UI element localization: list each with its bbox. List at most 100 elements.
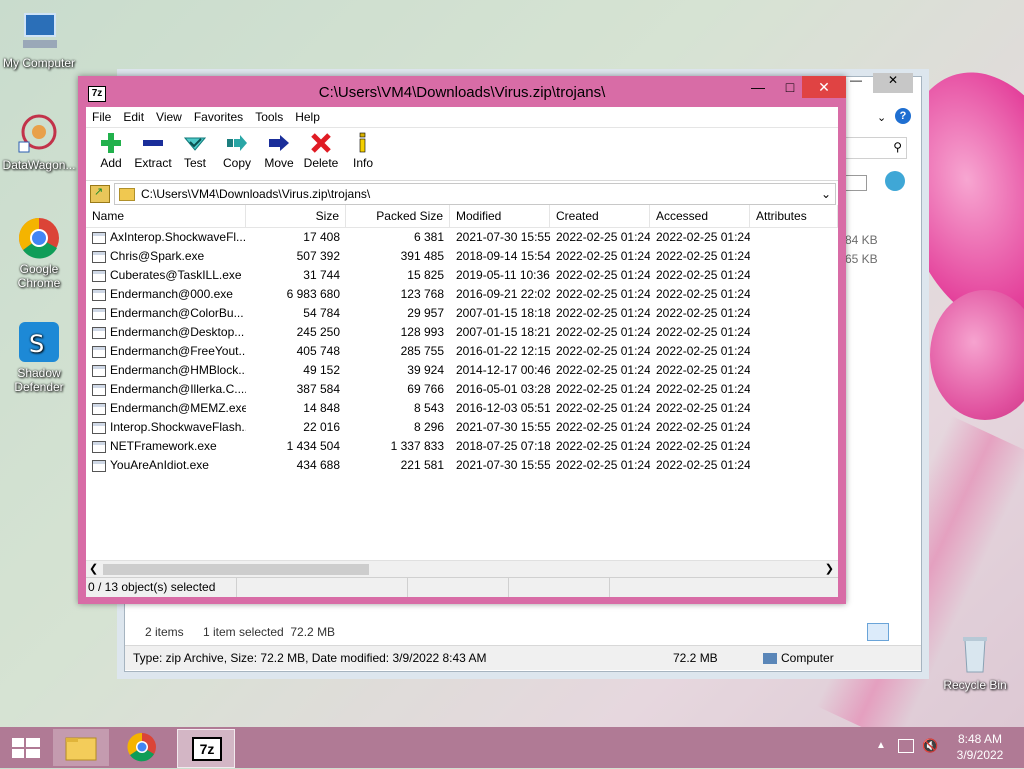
volume-muted-icon[interactable]: 🔇 (922, 738, 938, 754)
file-icon (92, 326, 106, 339)
move-button[interactable]: Move (258, 128, 300, 180)
column-attributes[interactable]: Attributes (750, 205, 838, 227)
scrollbar-thumb[interactable] (103, 564, 369, 575)
modified-cell: 2021-07-30 15:55 (456, 458, 550, 472)
file-list[interactable]: Name Size Packed Size Modified Created A… (86, 205, 838, 560)
help-icon[interactable]: ? (895, 108, 911, 124)
network-icon[interactable] (898, 739, 914, 753)
file-name: Endermanch@MEMZ.exe (110, 401, 246, 415)
packed-size-cell: 221 581 (400, 458, 444, 472)
table-row[interactable]: Endermanch@000.exe 6 983 680 123 768 2016-0… (86, 285, 838, 304)
file-name: Endermanch@Desktop... (110, 325, 245, 339)
file-name-cell: AxInterop.ShockwaveFl... (86, 228, 246, 247)
horizontal-scrollbar[interactable]: ❮ ❯ (86, 560, 838, 578)
scroll-left-icon[interactable]: ❮ (89, 562, 98, 575)
table-row[interactable]: Interop.ShockwaveFlash... 22 016 8 296 2021… (86, 418, 838, 437)
column-modified[interactable]: Modified (450, 205, 550, 227)
start-button[interactable] (0, 729, 56, 766)
accessed-cell: 2022-02-25 01:24 (656, 363, 750, 377)
attributes-cell (750, 418, 838, 437)
column-name[interactable]: Name (86, 205, 246, 227)
table-row[interactable]: NETFramework.exe 1 434 504 1 337 833 2018-0… (86, 437, 838, 456)
file-name-cell: NETFramework.exe (86, 437, 246, 456)
column-created[interactable]: Created (550, 205, 650, 227)
datawagon-icon (17, 112, 61, 156)
table-row[interactable]: Endermanch@HMBlock... 49 152 39 924 2014-12… (86, 361, 838, 380)
modified-cell: 2016-01-22 12:15 (456, 344, 550, 358)
folder-icon (119, 187, 135, 201)
taskbar-7zip[interactable]: 7z (177, 729, 235, 768)
created-cell: 2022-02-25 01:24 (556, 401, 650, 415)
copy-button[interactable]: Copy (216, 128, 258, 180)
add-label: Add (100, 156, 122, 170)
packed-size-cell: 391 485 (400, 249, 444, 263)
test-label: Test (183, 156, 206, 170)
file-name: Endermanch@HMBlock... (110, 363, 246, 377)
file-name-cell: Endermanch@MEMZ.exe (86, 399, 246, 418)
desktop-icon-datawagon[interactable]: DataWagon... (0, 112, 78, 172)
add-button[interactable]: Add (90, 128, 132, 180)
table-row[interactable]: Endermanch@Desktop... 245 250 128 993 2007-… (86, 323, 838, 342)
explorer-close-button[interactable]: ✕ (873, 73, 913, 93)
details-view-button[interactable] (867, 623, 889, 641)
table-row[interactable]: Endermanch@ColorBu... 54 784 29 957 2007-01… (86, 304, 838, 323)
tiles-view-button[interactable] (891, 623, 911, 639)
desktop-icon-google-chrome[interactable]: Google Chrome (0, 216, 78, 290)
menu-favorites[interactable]: Favorites (188, 110, 249, 124)
modified-cell: 2021-07-30 15:55 (456, 230, 550, 244)
chevron-down-icon[interactable]: ⌄ (821, 187, 831, 201)
table-row[interactable]: Chris@Spark.exe 507 392 391 485 2018-09-14 … (86, 247, 838, 266)
table-row[interactable]: YouAreAnIdiot.exe 434 688 221 581 2021-07-3… (86, 456, 838, 475)
accessed-cell: 2022-02-25 01:24 (656, 420, 750, 434)
menu-tools[interactable]: Tools (249, 110, 289, 124)
test-button[interactable]: Test (174, 128, 216, 180)
desktop-icon-my-computer[interactable]: My Computer (0, 10, 78, 70)
desktop-icon-shadow-defender[interactable]: S Shadow Defender (0, 320, 78, 394)
taskbar-chrome[interactable] (114, 729, 170, 766)
file-name-cell: Cuberates@TaskILL.exe (86, 266, 246, 285)
show-hidden-icons-icon[interactable]: ▲ (876, 740, 886, 751)
accessed-cell: 2022-02-25 01:24 (656, 458, 750, 472)
table-row[interactable]: Cuberates@TaskILL.exe 31 744 15 825 2019-05… (86, 266, 838, 285)
menu-file[interactable]: File (86, 110, 117, 124)
delete-button[interactable]: Delete (300, 128, 342, 180)
chevron-down-icon[interactable]: ⌄ (877, 111, 886, 124)
file-name-cell: Chris@Spark.exe (86, 247, 246, 266)
file-icon (92, 231, 106, 244)
scroll-right-icon[interactable]: ❯ (825, 562, 834, 575)
table-row[interactable]: Endermanch@Illerka.C.... 387 584 69 766 201… (86, 380, 838, 399)
globe-icon[interactable] (885, 171, 905, 191)
explorer-status-type: Type: zip Archive, Size: 72.2 MB, Date m… (133, 651, 487, 665)
minimize-button[interactable]: — (742, 76, 774, 98)
info-button[interactable]: Info (342, 128, 384, 180)
attributes-cell (750, 361, 838, 380)
sevenzip-window[interactable]: 7z C:\Users\VM4\Downloads\Virus.zip\troj… (78, 76, 846, 604)
column-packed-size[interactable]: Packed Size (346, 205, 450, 227)
menu-bar: File Edit View Favorites Tools Help (86, 107, 838, 128)
taskbar-file-explorer[interactable] (53, 729, 109, 766)
menu-edit[interactable]: Edit (117, 110, 150, 124)
modified-cell: 2018-07-25 07:18 (456, 439, 550, 453)
explorer-search-box[interactable]: ⚲ (845, 137, 907, 159)
table-row[interactable]: Endermanch@FreeYout... 405 748 285 755 2016… (86, 342, 838, 361)
column-accessed[interactable]: Accessed (650, 205, 750, 227)
table-row[interactable]: Endermanch@MEMZ.exe 14 848 8 543 2016-12-03… (86, 399, 838, 418)
created-cell: 2022-02-25 01:24 (556, 458, 650, 472)
extract-button[interactable]: Extract (132, 128, 174, 180)
close-button[interactable]: ✕ (802, 76, 846, 98)
address-input[interactable]: C:\Users\VM4\Downloads\Virus.zip\trojans… (114, 183, 836, 205)
file-name: Endermanch@Illerka.C.... (110, 382, 246, 396)
menu-help[interactable]: Help (289, 110, 326, 124)
desktop-icon-recycle-bin[interactable]: Recycle Bin (936, 632, 1014, 692)
attributes-cell (750, 266, 838, 285)
up-folder-icon[interactable]: ↗ (90, 185, 110, 203)
menu-view[interactable]: View (150, 110, 188, 124)
view-toggle-icon[interactable] (845, 175, 867, 191)
table-row[interactable]: AxInterop.ShockwaveFl... 17 408 6 381 2021-… (86, 228, 838, 247)
packed-size-cell: 6 381 (413, 230, 444, 244)
column-size[interactable]: Size (246, 205, 346, 227)
clock[interactable]: 8:48 AM 3/9/2022 (948, 731, 1012, 763)
title-bar[interactable]: 7z C:\Users\VM4\Downloads\Virus.zip\troj… (78, 76, 846, 108)
modified-cell: 2021-07-30 15:55 (456, 420, 550, 434)
modified-cell: 2019-05-11 10:36 (456, 268, 550, 282)
